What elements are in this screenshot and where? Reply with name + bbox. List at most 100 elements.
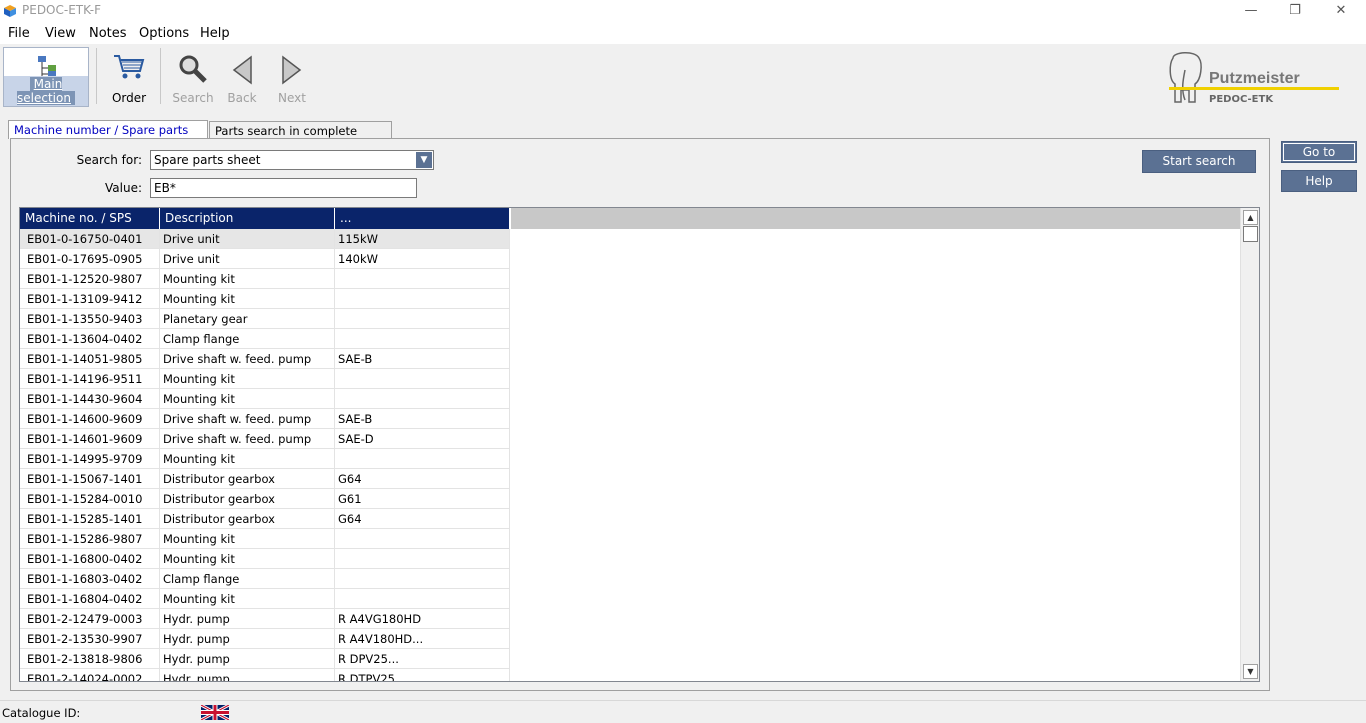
uk-flag-icon[interactable] bbox=[201, 705, 229, 720]
cell-extra bbox=[335, 289, 510, 309]
cell-extra bbox=[335, 309, 510, 329]
cell-extra bbox=[335, 389, 510, 409]
cell-machine-no: EB01-1-15067-1401 bbox=[20, 469, 160, 489]
table-row[interactable]: EB01-1-16804-0402 Mounting kit bbox=[20, 589, 510, 609]
close-button[interactable]: ✕ bbox=[1318, 0, 1364, 22]
cell-machine-no: EB01-2-13818-9806 bbox=[20, 649, 160, 669]
tab-parts-search[interactable]: Parts search in complete database bbox=[209, 121, 392, 152]
table-row[interactable]: EB01-1-15284-0010 Distributor gearbox G61 bbox=[20, 489, 510, 509]
menu-help[interactable]: Help bbox=[200, 26, 230, 41]
menu-file[interactable]: File bbox=[8, 26, 30, 41]
table-row[interactable]: EB01-1-15286-9807 Mounting kit bbox=[20, 529, 510, 549]
cell-machine-no: EB01-0-16750-0401 bbox=[20, 229, 160, 249]
app-icon bbox=[4, 5, 16, 17]
next-label: Next bbox=[278, 91, 306, 105]
table-row[interactable]: EB01-2-14024-0002 Hydr. pump R DTPV25... bbox=[20, 669, 510, 681]
back-button[interactable]: Back bbox=[220, 47, 264, 107]
scroll-up-icon[interactable]: ▲ bbox=[1243, 210, 1258, 225]
cell-description: Distributor gearbox bbox=[160, 509, 335, 529]
table-row[interactable]: EB01-1-13604-0402 Clamp flange bbox=[20, 329, 510, 349]
table-row[interactable]: EB01-1-14995-9709 Mounting kit bbox=[20, 449, 510, 469]
cell-description: Distributor gearbox bbox=[160, 489, 335, 509]
menu-options[interactable]: Options bbox=[139, 26, 189, 41]
main-selection-button[interactable]: Main selection bbox=[3, 47, 89, 107]
chevron-down-icon[interactable]: ▼ bbox=[416, 152, 432, 168]
arrow-left-icon bbox=[232, 55, 252, 85]
vertical-scrollbar[interactable]: ▲ ▼ bbox=[1240, 208, 1259, 681]
cell-description: Clamp flange bbox=[160, 569, 335, 589]
cell-extra: R A4VG180HD bbox=[335, 609, 510, 629]
cell-extra: 140kW bbox=[335, 249, 510, 269]
toolbar-separator bbox=[96, 48, 97, 104]
magnifier-icon bbox=[179, 55, 207, 83]
cell-extra: R A4V180HD... bbox=[335, 629, 510, 649]
table-row[interactable]: EB01-1-14601-9609 Drive shaft w. feed. pu… bbox=[20, 429, 510, 449]
cell-description: Drive unit bbox=[160, 249, 335, 269]
goto-button[interactable]: Go to bbox=[1281, 141, 1357, 163]
cell-extra bbox=[335, 269, 510, 289]
table-row[interactable]: EB01-1-15067-1401 Distributor gearbox G64 bbox=[20, 469, 510, 489]
column-header-description[interactable]: Description bbox=[160, 208, 335, 229]
table-row[interactable]: EB01-1-14196-9511 Mounting kit bbox=[20, 369, 510, 389]
cell-description: Mounting kit bbox=[160, 449, 335, 469]
table-row[interactable]: EB01-1-15285-1401 Distributor gearbox G64 bbox=[20, 509, 510, 529]
cell-machine-no: EB01-1-14601-9609 bbox=[20, 429, 160, 449]
column-header-machine-no[interactable]: Machine no. / SPS bbox=[20, 208, 160, 229]
minimize-button[interactable]: — bbox=[1228, 0, 1274, 22]
value-input[interactable]: EB* bbox=[150, 178, 417, 198]
cell-machine-no: EB01-1-15284-0010 bbox=[20, 489, 160, 509]
cell-extra: R DPV25... bbox=[335, 649, 510, 669]
results-table: Machine no. / SPS Description ... EB01-0… bbox=[19, 207, 1260, 682]
search-for-select[interactable]: Spare parts sheet ▼ bbox=[150, 150, 434, 170]
menu-notes[interactable]: Notes bbox=[89, 26, 127, 41]
cell-description: Hydr. pump bbox=[160, 629, 335, 649]
cell-machine-no: EB01-1-13109-9412 bbox=[20, 289, 160, 309]
scroll-thumb[interactable] bbox=[1243, 226, 1258, 242]
cell-machine-no: EB01-0-17695-0905 bbox=[20, 249, 160, 269]
cell-extra bbox=[335, 529, 510, 549]
table-row[interactable]: EB01-2-12479-0003 Hydr. pump R A4VG180HD bbox=[20, 609, 510, 629]
cell-description: Drive shaft w. feed. pump bbox=[160, 429, 335, 449]
start-search-button[interactable]: Start search bbox=[1142, 150, 1256, 173]
cell-extra bbox=[335, 329, 510, 349]
cell-machine-no: EB01-1-13550-9403 bbox=[20, 309, 160, 329]
next-button[interactable]: Next bbox=[270, 47, 314, 107]
catalogue-id-label: Catalogue ID: bbox=[2, 706, 81, 720]
table-row[interactable]: EB01-2-13530-9907 Hydr. pump R A4V180HD... bbox=[20, 629, 510, 649]
cell-machine-no: EB01-2-13530-9907 bbox=[20, 629, 160, 649]
table-row[interactable]: EB01-1-13550-9403 Planetary gear bbox=[20, 309, 510, 329]
menu-view[interactable]: View bbox=[45, 26, 76, 41]
status-bar: Catalogue ID: bbox=[0, 700, 1366, 723]
scroll-down-icon[interactable]: ▼ bbox=[1243, 664, 1258, 679]
cell-extra: G64 bbox=[335, 469, 510, 489]
order-button[interactable]: Order bbox=[104, 47, 154, 107]
search-for-value: Spare parts sheet bbox=[154, 153, 261, 167]
value-text: EB* bbox=[154, 181, 176, 195]
table-row[interactable]: EB01-1-12520-9807 Mounting kit bbox=[20, 269, 510, 289]
cell-extra: G64 bbox=[335, 509, 510, 529]
tab-machine-number[interactable]: Machine number / Spare parts sheet bbox=[8, 120, 208, 151]
table-row[interactable]: EB01-1-14051-9805 Drive shaft w. feed. pu… bbox=[20, 349, 510, 369]
table-row[interactable]: EB01-1-13109-9412 Mounting kit bbox=[20, 289, 510, 309]
cell-description: Mounting kit bbox=[160, 389, 335, 409]
help-button[interactable]: Help bbox=[1281, 170, 1357, 192]
table-row[interactable]: EB01-2-13818-9806 Hydr. pump R DPV25... bbox=[20, 649, 510, 669]
cell-description: Planetary gear bbox=[160, 309, 335, 329]
cell-description: Hydr. pump bbox=[160, 669, 335, 681]
column-header-extra[interactable]: ... bbox=[335, 208, 510, 229]
cell-extra bbox=[335, 589, 510, 609]
cell-extra bbox=[335, 449, 510, 469]
search-button[interactable]: Search bbox=[168, 47, 218, 107]
table-row[interactable]: EB01-1-14430-9604 Mounting kit bbox=[20, 389, 510, 409]
table-row[interactable]: EB01-0-16750-0401 Drive unit 115kW bbox=[20, 229, 510, 249]
cell-extra bbox=[335, 369, 510, 389]
table-row[interactable]: EB01-1-16803-0402 Clamp flange bbox=[20, 569, 510, 589]
cell-extra: SAE-B bbox=[335, 349, 510, 369]
cell-machine-no: EB01-1-16800-0402 bbox=[20, 549, 160, 569]
table-row[interactable]: EB01-0-17695-0905 Drive unit 140kW bbox=[20, 249, 510, 269]
cell-description: Mounting kit bbox=[160, 369, 335, 389]
table-row[interactable]: EB01-1-16800-0402 Mounting kit bbox=[20, 549, 510, 569]
cell-extra: SAE-D bbox=[335, 429, 510, 449]
restore-button[interactable]: ❐ bbox=[1272, 0, 1318, 22]
table-row[interactable]: EB01-1-14600-9609 Drive shaft w. feed. pu… bbox=[20, 409, 510, 429]
